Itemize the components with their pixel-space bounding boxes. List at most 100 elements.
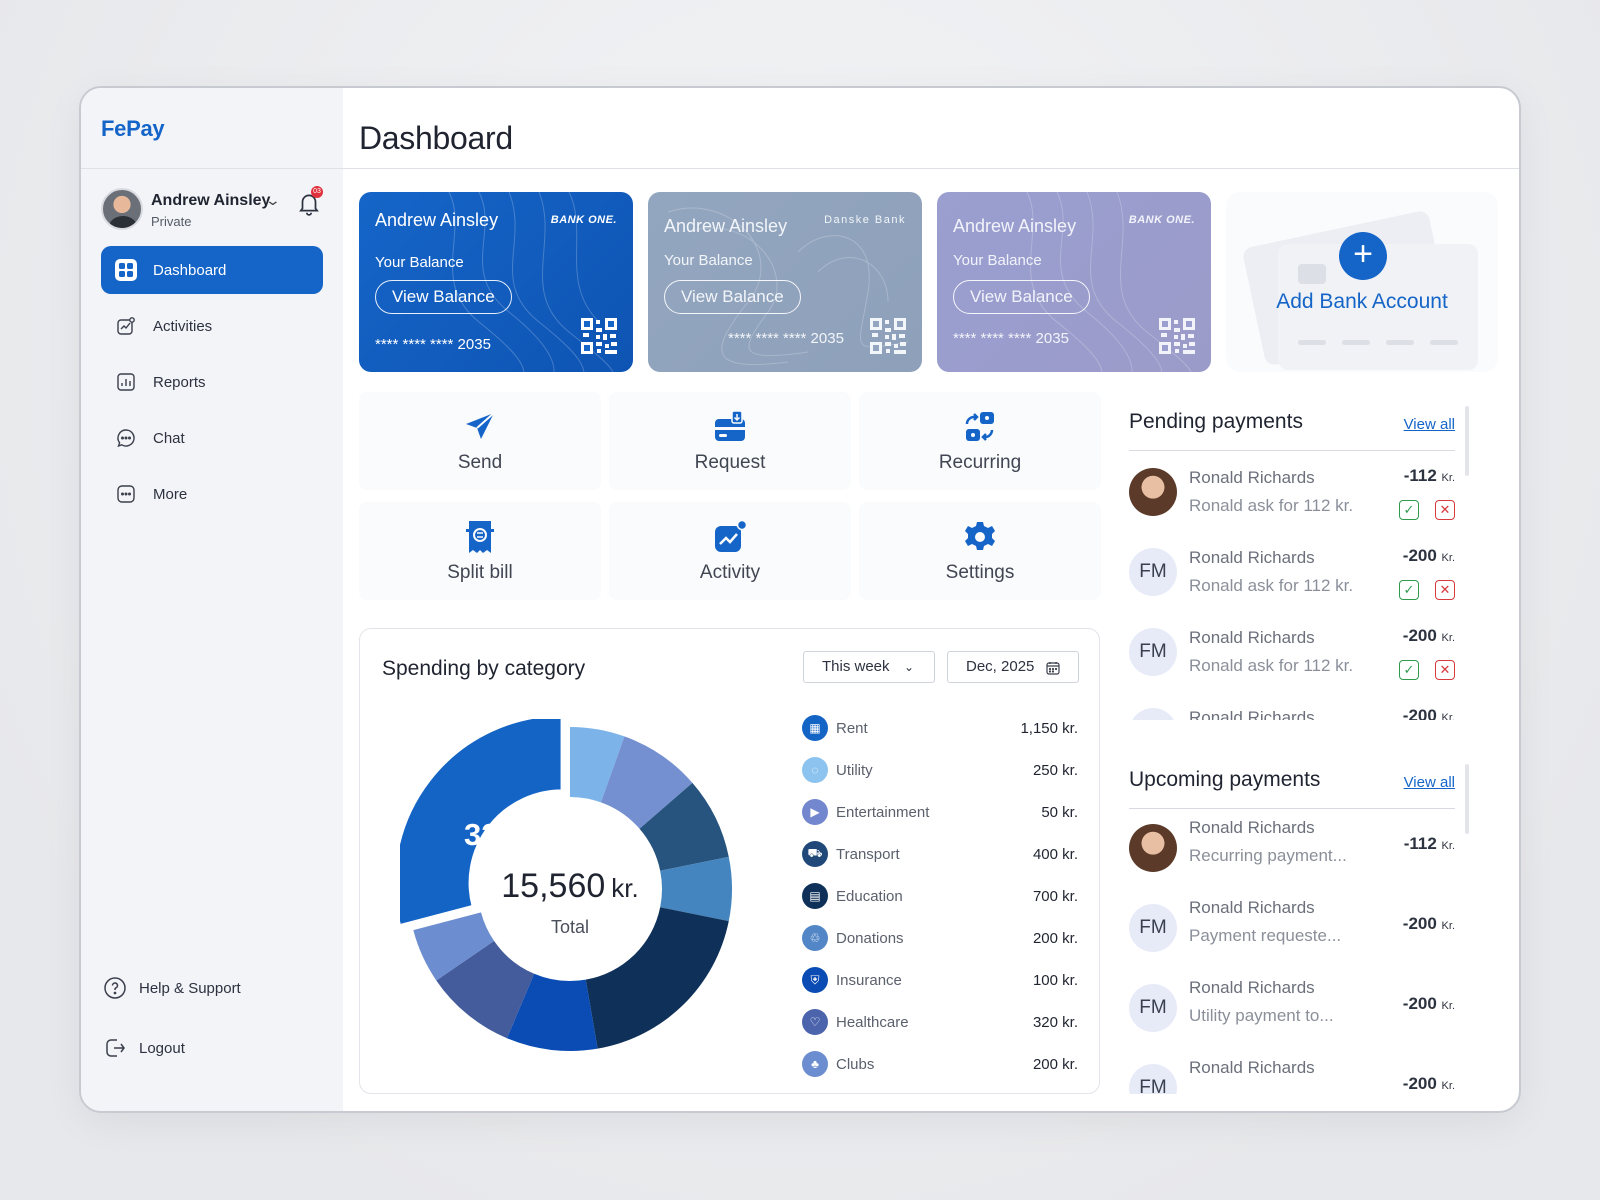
card-number: **** **** **** 2035: [375, 336, 491, 353]
payment-item[interactable]: FM Ronald Richards Utility payment to... -2…: [1129, 976, 1455, 1056]
recurring-action-button[interactable]: Recurring: [859, 392, 1101, 490]
category-amount: 50 kr.: [1041, 803, 1078, 821]
legend-row: ♡ Healthcare 320 kr.: [802, 1001, 1078, 1043]
action-label: Split bill: [447, 562, 513, 583]
sidebar-item-chat[interactable]: Chat: [101, 414, 323, 462]
split-bill-action-button[interactable]: Split bill: [359, 502, 601, 600]
settings-action-button[interactable]: Settings: [859, 502, 1101, 600]
sidebar-item-dashboard[interactable]: Dashboard: [101, 246, 323, 294]
payment-item[interactable]: FM Ronald Richards Ronald ask for 112 kr. -…: [1129, 542, 1455, 622]
sidebar-item-more[interactable]: More: [101, 470, 323, 518]
amount-unit: Kr.: [1441, 920, 1455, 932]
amount-unit: Kr.: [1441, 840, 1455, 852]
decline-button[interactable]: ✕: [1435, 660, 1455, 680]
pending-view-all-link[interactable]: View all: [1404, 416, 1455, 433]
settings-gear-icon: [965, 522, 995, 550]
category-name: Healthcare: [836, 1013, 909, 1031]
payer-name: Ronald Richards: [1189, 548, 1315, 567]
upcoming-view-all-link[interactable]: View all: [1404, 774, 1455, 791]
category-amount: 100 kr.: [1032, 971, 1078, 989]
payment-item[interactable]: FM Ronald Richards Payment requeste... -200…: [1129, 896, 1455, 976]
amount-value: -200: [1402, 626, 1437, 645]
period-select[interactable]: This week ⌄: [803, 651, 935, 683]
payment-description: Ronald ask for 112 kr.: [1189, 576, 1354, 595]
category-name: Donations: [836, 929, 904, 947]
user-profile[interactable]: Andrew Ainsley ⌄ Private 03: [101, 186, 326, 234]
payment-item[interactable]: FMRonald Richards-200 Kr.✓✕: [1129, 702, 1455, 720]
recurring-swap-icon: [965, 412, 994, 441]
approve-button[interactable]: ✓: [1399, 580, 1419, 600]
help-circle-icon: [104, 977, 126, 999]
amount-value: -200: [1402, 914, 1437, 933]
help-support-link[interactable]: Help & Support: [103, 976, 323, 1000]
pending-scrollbar[interactable]: [1465, 406, 1469, 476]
sidebar-item-label: More: [153, 485, 188, 503]
view-balance-button[interactable]: View Balance: [664, 280, 801, 314]
more-dots-icon: [115, 483, 137, 505]
approve-button[interactable]: ✓: [1399, 660, 1419, 680]
add-bank-account-button[interactable]: + Add Bank Account: [1226, 192, 1498, 372]
profile-plan: Private: [151, 214, 192, 229]
bank-card[interactable]: Andrew Ainsley BANK ONE. Your Balance Vi…: [359, 192, 633, 372]
help-support-label: Help & Support: [139, 979, 241, 997]
date-picker-value: Dec, 2025: [966, 658, 1035, 675]
category-icon: ◌: [802, 757, 828, 783]
category-name: Rent: [836, 719, 868, 737]
donut-slice-donations[interactable]: [585, 907, 729, 1049]
payer-name: Ronald Richards: [1189, 898, 1315, 917]
chat-bubble-icon: [115, 427, 137, 449]
avatar[interactable]: [101, 188, 143, 230]
payment-item[interactable]: FM Ronald Richards -200 Kr.: [1129, 1056, 1455, 1094]
avatar: [1129, 824, 1177, 872]
amount-value: -200: [1402, 546, 1437, 565]
logout-label: Logout: [139, 1039, 185, 1057]
sidebar-divider: [81, 168, 343, 169]
bank-card[interactable]: Andrew Ainsley BANK ONE. Your Balance Vi…: [937, 192, 1211, 372]
legend-row: ▤ Education 700 kr.: [802, 875, 1078, 917]
payment-item[interactable]: FM Ronald Richards Ronald ask for 112 kr. -…: [1129, 622, 1455, 702]
bank-card[interactable]: Andrew Ainsley Danske Bank Your Balance …: [648, 192, 922, 372]
payment-item[interactable]: Ronald Richards Ronald ask for 112 kr. -11…: [1129, 462, 1455, 542]
qr-code-icon[interactable]: [581, 318, 617, 354]
card-dash: [1298, 340, 1326, 345]
sidebar-item-activities[interactable]: Activities: [101, 302, 323, 350]
sidebar: FePay Andrew Ainsley ⌄ Private 03 Dashbo…: [81, 88, 343, 1111]
legend-row: ◌ Utility 250 kr.: [802, 749, 1078, 791]
pending-payments-title: Pending payments: [1129, 410, 1303, 433]
sidebar-item-reports[interactable]: Reports: [101, 358, 323, 406]
chevron-down-icon[interactable]: ⌄: [265, 192, 281, 209]
amount-value: -200: [1402, 994, 1437, 1013]
send-action-button[interactable]: Send: [359, 392, 601, 490]
card-dash: [1430, 340, 1458, 345]
sidebar-item-label: Chat: [153, 429, 185, 447]
payment-amount: -200 Kr.: [1403, 626, 1455, 646]
upcoming-payments-list: Ronald Richards Recurring payment... -112 …: [1129, 816, 1455, 1094]
sidebar-item-label: Activities: [153, 317, 213, 335]
payment-description: Utility payment to...: [1189, 1006, 1334, 1025]
profile-name: Andrew Ainsley: [151, 192, 271, 209]
date-picker[interactable]: Dec, 2025: [947, 651, 1079, 683]
request-action-button[interactable]: Request: [609, 392, 851, 490]
brand-logo[interactable]: FePay: [101, 116, 165, 142]
payment-item[interactable]: Ronald Richards Recurring payment... -112 …: [1129, 816, 1455, 896]
qr-code-icon[interactable]: [1159, 318, 1195, 354]
view-balance-button[interactable]: View Balance: [375, 280, 512, 314]
logout-link[interactable]: Logout: [103, 1036, 323, 1060]
qr-code-icon[interactable]: [870, 318, 906, 354]
activity-action-button[interactable]: Activity: [609, 502, 851, 600]
upcoming-scrollbar[interactable]: [1465, 764, 1469, 834]
category-amount: 400 kr.: [1032, 845, 1078, 863]
decline-button[interactable]: ✕: [1435, 580, 1455, 600]
balance-label: Your Balance: [953, 252, 1042, 269]
view-balance-button[interactable]: View Balance: [953, 280, 1090, 314]
payment-amount: -200 Kr.: [1403, 706, 1455, 720]
category-amount: 320 kr.: [1032, 1013, 1078, 1031]
decline-button[interactable]: ✕: [1435, 500, 1455, 520]
plus-icon[interactable]: +: [1339, 232, 1387, 280]
approve-button[interactable]: ✓: [1399, 500, 1419, 520]
split-bill-receipt-icon: [466, 521, 494, 553]
category-amount: 200 kr.: [1032, 929, 1078, 947]
category-name: Utility: [836, 761, 873, 779]
payment-amount: -112 Kr.: [1404, 834, 1455, 854]
action-label: Activity: [699, 562, 761, 583]
